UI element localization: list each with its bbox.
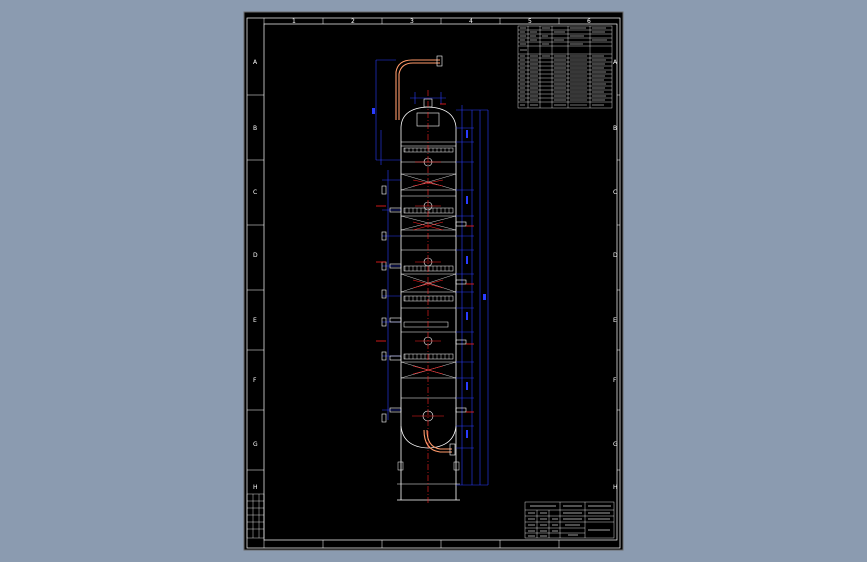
drawing-sheet (243, 11, 624, 551)
top-zone-label: 5 (528, 18, 532, 25)
side-zone-label-right: H (613, 484, 618, 491)
side-zone-label-right: C (613, 189, 617, 196)
top-zone-label: 1 (292, 18, 296, 25)
top-zone-label: 6 (587, 18, 591, 25)
side-zone-label: C (253, 189, 257, 196)
top-zone-label: 4 (469, 18, 473, 25)
top-zone-label: 2 (351, 18, 355, 25)
side-zone-label: E (253, 317, 257, 324)
side-zone-label-right: D (613, 252, 618, 259)
side-zone-label: D (253, 252, 258, 259)
side-zone-label-right: G (613, 441, 618, 448)
cad-drawing-canvas[interactable]: 1 2 3 4 5 6 A B C D E F G H A B C D E F (0, 0, 867, 562)
top-zone-label: 3 (410, 18, 414, 25)
side-zone-label: H (253, 484, 258, 491)
side-zone-label: G (253, 441, 258, 448)
side-zone-label: F (253, 377, 257, 384)
side-zone-label: B (253, 125, 257, 132)
side-zone-label-right: B (613, 125, 617, 132)
side-zone-label-right: E (613, 317, 617, 324)
side-zone-label-right: F (613, 377, 617, 384)
